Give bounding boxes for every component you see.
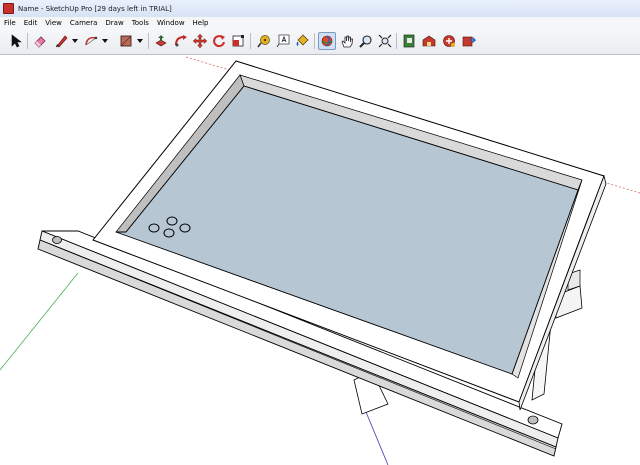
eraser-icon bbox=[34, 36, 46, 48]
follow-me-icon bbox=[175, 35, 187, 47]
follow-me-tool-button[interactable] bbox=[172, 32, 190, 50]
select-tool-button[interactable] bbox=[7, 32, 25, 50]
zoom-extents-icon bbox=[378, 34, 392, 48]
push-pull-icon bbox=[155, 35, 167, 47]
menu-help[interactable]: Help bbox=[189, 19, 213, 27]
text-tool-button[interactable] bbox=[274, 32, 292, 50]
extension-warehouse-icon bbox=[443, 35, 455, 47]
3d-warehouse-tool-button[interactable] bbox=[420, 32, 438, 50]
paint-bucket-tool-button[interactable] bbox=[293, 32, 311, 50]
toolbar-separator bbox=[148, 33, 149, 49]
menu-window[interactable]: Window bbox=[153, 19, 189, 27]
extension-warehouse-tool-button[interactable] bbox=[440, 32, 458, 50]
move-arrows-icon bbox=[193, 34, 207, 48]
toolbar-separator bbox=[314, 33, 315, 49]
toolbar-separator bbox=[396, 33, 397, 49]
toolbar-separator bbox=[27, 33, 28, 49]
menu-camera[interactable]: Camera bbox=[66, 19, 101, 27]
rectangle-icon bbox=[120, 35, 132, 47]
component-book-icon bbox=[403, 34, 415, 48]
share-model-tool-button[interactable] bbox=[460, 32, 478, 50]
orbit-icon bbox=[321, 35, 333, 47]
dropdown-triangle-icon bbox=[101, 38, 108, 43]
green-axis bbox=[0, 272, 79, 371]
dropdown-triangle-icon bbox=[71, 38, 78, 43]
pan-tool-button[interactable] bbox=[338, 32, 356, 50]
push-pull-tool-button[interactable] bbox=[152, 32, 170, 50]
zoom-extents-tool-button[interactable] bbox=[376, 32, 394, 50]
menu-tools[interactable]: Tools bbox=[128, 19, 153, 27]
pencil-icon bbox=[55, 35, 68, 48]
toolbar-separator bbox=[250, 33, 251, 49]
tape-measure-icon bbox=[257, 35, 270, 48]
hand-icon bbox=[341, 35, 353, 48]
rotate-tool-button[interactable] bbox=[210, 32, 228, 50]
menu-file[interactable]: File bbox=[0, 19, 20, 27]
arc-tool-button[interactable] bbox=[82, 32, 100, 50]
menu-edit[interactable]: Edit bbox=[20, 19, 42, 27]
dropdown-triangle-icon bbox=[136, 38, 143, 43]
move-tool-button[interactable] bbox=[191, 32, 209, 50]
tape-measure-tool-button[interactable] bbox=[255, 32, 273, 50]
rectangle-tool-dropdown[interactable] bbox=[136, 37, 143, 45]
paint-bucket-icon bbox=[296, 34, 309, 46]
model-scene[interactable] bbox=[0, 55, 640, 465]
arrow-cursor-icon bbox=[11, 34, 22, 48]
arc-tool-dropdown[interactable] bbox=[101, 37, 108, 45]
components-tool-button[interactable] bbox=[400, 32, 418, 50]
warehouse-icon bbox=[422, 35, 436, 47]
rectangle-tool-button[interactable] bbox=[117, 32, 135, 50]
window-title: Name - SketchUp Pro [29 days left in TRI… bbox=[18, 4, 172, 13]
line-tool-button[interactable] bbox=[52, 32, 70, 50]
scale-tool-button[interactable] bbox=[229, 32, 247, 50]
text-label-icon bbox=[276, 34, 290, 48]
rail-end-hole-left bbox=[52, 236, 62, 244]
rail-end-hole-right bbox=[527, 415, 539, 425]
large-tool-set-toolbar bbox=[0, 28, 640, 55]
arc-icon bbox=[84, 36, 97, 46]
share-model-icon bbox=[462, 36, 476, 47]
line-tool-dropdown[interactable] bbox=[71, 37, 78, 45]
eraser-tool-button[interactable] bbox=[31, 32, 49, 50]
menu-draw[interactable]: Draw bbox=[101, 19, 127, 27]
rotate-icon bbox=[213, 35, 225, 48]
scale-icon bbox=[232, 35, 244, 47]
sketchup-logo-icon bbox=[3, 3, 14, 14]
menu-view[interactable]: View bbox=[41, 19, 66, 27]
magnifier-icon bbox=[359, 35, 372, 48]
zoom-tool-button[interactable] bbox=[357, 32, 375, 50]
title-bar: Name - SketchUp Pro [29 days left in TRI… bbox=[0, 0, 640, 18]
modeling-viewport[interactable] bbox=[0, 55, 640, 465]
orbit-tool-button[interactable] bbox=[318, 32, 336, 50]
